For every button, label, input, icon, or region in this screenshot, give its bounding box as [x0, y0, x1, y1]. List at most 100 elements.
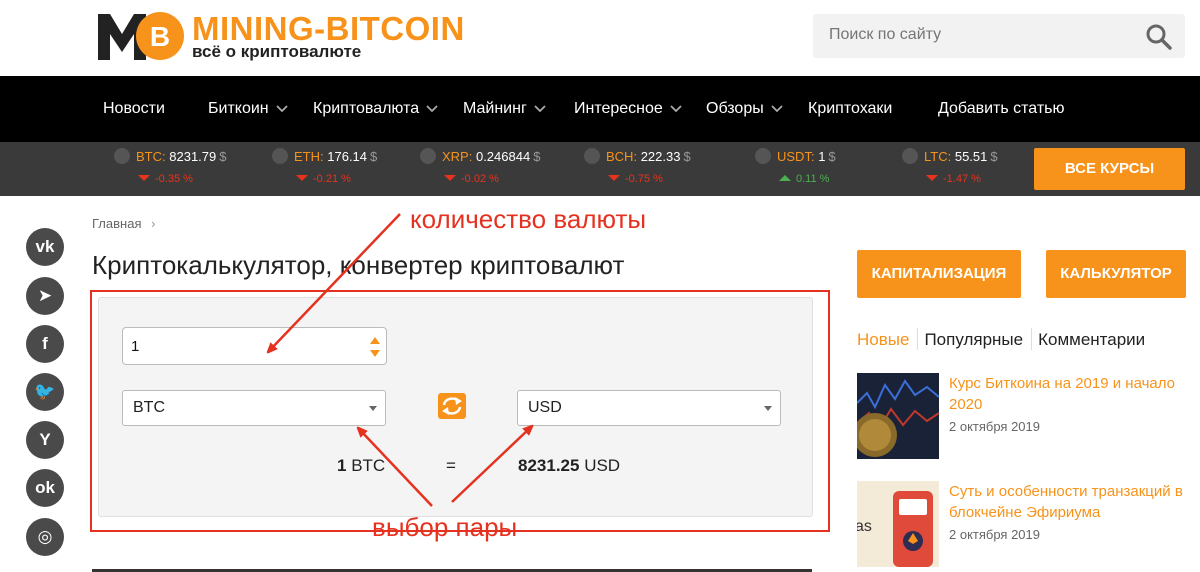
dropdown-arrow-icon	[764, 406, 772, 411]
chevron-down-icon	[426, 105, 438, 113]
ticker-currency: $	[990, 149, 998, 164]
ticker-symbol: BTC:	[136, 149, 166, 164]
tab-divider	[1031, 328, 1033, 350]
ticker-change: -0.21 %	[313, 173, 351, 185]
tab-comments[interactable]: Комментарии	[1038, 330, 1153, 350]
ticker-item-usdt[interactable]: USDT: 1 $ 0.11 %	[755, 148, 836, 192]
ticker-currency: $	[683, 149, 691, 164]
nav-item-news[interactable]: Новости	[103, 76, 165, 142]
vk-icon[interactable]: vk	[26, 228, 64, 266]
calculator-button[interactable]: КАЛЬКУЛЯТОР	[1046, 250, 1186, 298]
news-title[interactable]: Суть и особенности транзакций в блокчейн…	[949, 481, 1189, 523]
tab-divider	[917, 328, 919, 350]
ticker-symbol: XRP:	[442, 149, 473, 164]
ticker-price: 55.51	[954, 149, 988, 164]
capitalization-button[interactable]: КАПИТАЛИЗАЦИЯ	[857, 250, 1021, 298]
page-title: Криптокалькулятор, конвертер криптовалют	[92, 250, 625, 280]
odnoklassniki-icon[interactable]: ok	[26, 469, 64, 507]
sidebar-tabs: Новые Популярные Комментарии	[857, 328, 1153, 350]
telegram-icon[interactable]: ➤	[26, 277, 64, 315]
result-value: 8231.25	[518, 456, 580, 475]
ticker-change: -0.02 %	[461, 173, 499, 185]
nav-item-label: Добавить статью	[938, 100, 1065, 117]
ticker-price: 222.33	[640, 149, 681, 164]
ticker-symbol: BCH:	[606, 149, 638, 164]
ticker-item-ltc[interactable]: LTC: 55.51 $ -1.47 %	[902, 148, 998, 192]
news-item[interactable]: as Суть и особенности транзакций в блокч…	[857, 481, 1187, 567]
breadcrumb-home[interactable]: Главная	[92, 216, 141, 231]
result-to-currency: USD	[584, 456, 621, 475]
nav-item-label: Обзоры	[706, 100, 764, 117]
news-date: 2 октября 2019	[949, 527, 1040, 542]
all-rates-button[interactable]: ВСЕ КУРСЫ	[1034, 148, 1185, 190]
nav-item-reviews[interactable]: Обзоры	[706, 76, 784, 142]
ticker-symbol: LTC:	[924, 149, 952, 164]
nav-item-label: Интересное	[574, 100, 663, 117]
from-currency-value: BTC	[133, 399, 165, 416]
nav-item-interesting[interactable]: Интересное	[574, 76, 683, 142]
ticker-item-eth[interactable]: ETH: 176.14 $ -0.21 %	[272, 148, 377, 192]
svg-text:as: as	[857, 518, 872, 535]
ticker-item-bch[interactable]: BCH: 222.33 $ -0.75 %	[584, 148, 691, 192]
chevron-down-icon	[771, 105, 783, 113]
facebook-icon[interactable]: f	[26, 325, 64, 363]
amount-value: 1	[131, 338, 140, 355]
tab-popular[interactable]: Популярные	[924, 330, 1031, 350]
main-nav: Новости Биткоин Криптовалюта Майнинг Инт…	[0, 76, 1200, 142]
result-from: 1 BTC	[337, 456, 385, 476]
down-arrow-icon	[444, 175, 456, 181]
news-thumbnail[interactable]: as	[857, 481, 939, 567]
tab-new[interactable]: Новые	[857, 330, 917, 350]
ticker-change: 0.11 %	[796, 173, 830, 185]
down-arrow-icon	[296, 175, 308, 181]
ticker-currency: $	[370, 149, 378, 164]
nav-item-label: Криптовалюта	[313, 100, 420, 117]
chevron-down-icon	[670, 105, 682, 113]
nav-item-mining[interactable]: Майнинг	[463, 76, 547, 142]
nav-item-bitcoin[interactable]: Биткоин	[208, 76, 289, 142]
chevron-down-icon	[420, 148, 436, 164]
to-currency-select[interactable]: USD	[517, 390, 781, 426]
news-title[interactable]: Курс Биткоина на 2019 и начало 2020	[949, 373, 1189, 415]
down-arrow-icon	[138, 175, 150, 181]
ticker-currency: $	[828, 149, 836, 164]
nav-item-label: Новости	[103, 100, 165, 117]
down-arrow-icon	[608, 175, 620, 181]
ticker-change: -0.35 %	[155, 173, 193, 185]
annotation-pair-label: выбор пары	[372, 512, 518, 542]
ticker-item-xrp[interactable]: XRP: 0.246844 $ -0.02 %	[420, 148, 540, 192]
twitter-icon[interactable]: 🐦	[26, 373, 64, 411]
to-currency-value: USD	[528, 399, 562, 416]
nav-item-crypto[interactable]: Криптовалюта	[313, 76, 439, 142]
from-currency-select[interactable]: BTC	[122, 390, 386, 426]
result-amount: 1	[337, 456, 347, 475]
yandex-icon[interactable]: Y	[26, 421, 64, 459]
ticker-change: -0.75 %	[625, 173, 663, 185]
amount-input[interactable]: 1	[122, 327, 387, 365]
nav-item-label: Биткоин	[208, 100, 269, 117]
site-logo[interactable]: B MINING-BITCOIN всё о криптовалюте	[96, 8, 536, 64]
ticker-change: -1.47 %	[943, 173, 981, 185]
search-icon[interactable]	[1145, 23, 1173, 51]
annotation-amount-label: количество валюты	[410, 204, 647, 234]
result-equals: =	[446, 456, 456, 475]
ticker-symbol: USDT:	[777, 149, 815, 164]
ticker-currency: $	[219, 149, 227, 164]
dropdown-arrow-icon	[369, 406, 377, 411]
news-item[interactable]: Курс Биткоина на 2019 и начало 2020 2 ок…	[857, 373, 1187, 459]
search-input[interactable]	[829, 26, 1129, 44]
ticker-item-btc[interactable]: BTC: 8231.79 $ -0.35 %	[114, 148, 226, 192]
news-thumbnail[interactable]	[857, 373, 939, 459]
instagram-icon[interactable]: ◎	[26, 518, 64, 556]
chevron-down-icon	[275, 105, 288, 113]
nav-item-add-article[interactable]: Добавить статью	[938, 76, 1065, 142]
ticker-currency: $	[533, 149, 541, 164]
nav-item-label: Майнинг	[463, 100, 527, 117]
search-box	[813, 14, 1185, 58]
ticker-symbol: ETH:	[294, 149, 324, 164]
nav-item-cryptohacks[interactable]: Криптохаки	[808, 76, 892, 142]
ticker-price: 0.246844	[475, 149, 531, 164]
swap-icon[interactable]	[438, 393, 466, 419]
stepper-icon[interactable]	[369, 334, 381, 360]
chevron-down-icon	[584, 148, 600, 164]
